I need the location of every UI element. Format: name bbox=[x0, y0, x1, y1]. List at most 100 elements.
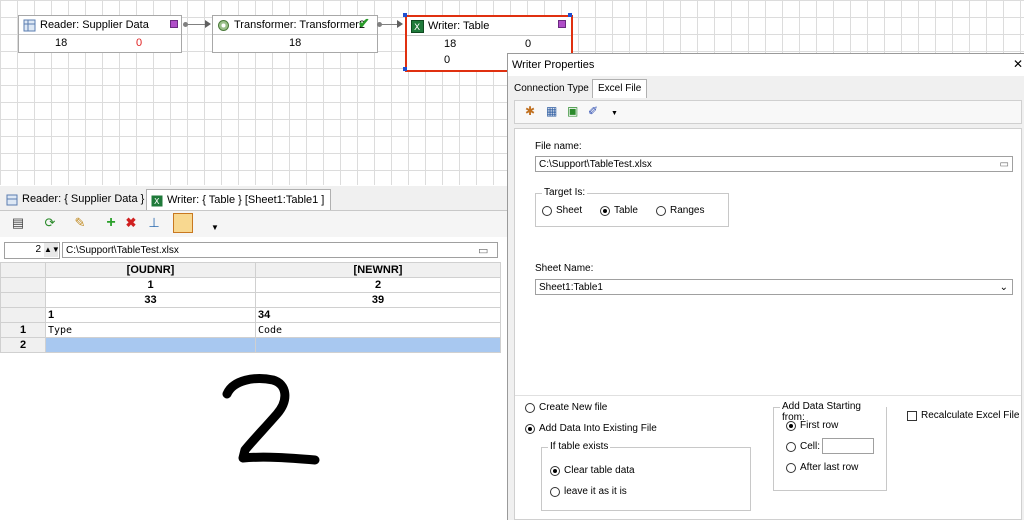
hierarchy-icon[interactable]: ⊥ bbox=[146, 215, 162, 231]
option-label: leave it as it is bbox=[564, 486, 627, 497]
edit-icon[interactable]: ✎ bbox=[72, 215, 88, 231]
dropdown-arrow-icon[interactable]: ▼ bbox=[611, 110, 618, 117]
tab-label: Reader: { Supplier Data } bbox=[22, 193, 145, 205]
sheet-name-dropdown[interactable]: Sheet1:Table1 ⌄ bbox=[535, 279, 1013, 295]
writer-output-port[interactable] bbox=[558, 20, 566, 28]
delete-icon[interactable]: ✖ bbox=[123, 215, 139, 231]
table-cell[interactable]: 33 bbox=[45, 292, 256, 308]
selection-handle[interactable] bbox=[568, 13, 572, 17]
dropdown-arrow-icon[interactable]: ▼ bbox=[207, 219, 223, 235]
path-field[interactable]: C:\Support\TableTest.xlsx bbox=[62, 242, 498, 258]
browse-icon[interactable]: ▭ bbox=[1000, 157, 1009, 173]
reader-node[interactable]: Reader: Supplier Data 18 0 bbox=[18, 15, 182, 53]
selection-handle[interactable] bbox=[403, 13, 407, 17]
cell-radio[interactable]: Cell: bbox=[786, 441, 820, 452]
table-cell[interactable]: 1 bbox=[45, 277, 256, 293]
browse-icon[interactable]: ▭ bbox=[478, 244, 488, 257]
option-label: Create New file bbox=[539, 402, 608, 413]
dialog-title-bar: Writer Properties ✕ bbox=[508, 54, 1024, 76]
path-value: C:\Support\TableTest.xlsx bbox=[66, 245, 179, 256]
target-ranges-radio[interactable]: Ranges bbox=[656, 205, 704, 216]
add-icon[interactable]: + bbox=[103, 214, 119, 231]
reader-output-port[interactable] bbox=[170, 20, 178, 28]
table-cell[interactable]: 1 bbox=[45, 307, 256, 323]
highlight-toggle-icon[interactable] bbox=[173, 213, 193, 233]
tab-connection-type[interactable]: Connection Type bbox=[514, 83, 589, 94]
radio-selected-icon bbox=[600, 205, 610, 216]
radio-icon bbox=[786, 462, 796, 473]
settings-icon[interactable]: ▦ bbox=[546, 104, 557, 118]
table-cell[interactable]: 34 bbox=[255, 307, 501, 323]
recalculate-checkbox[interactable]: Recalculate Excel File bbox=[907, 410, 1019, 421]
stepper-arrows-icon[interactable]: ▲▼ bbox=[44, 243, 60, 257]
create-new-file-radio[interactable]: Create New file bbox=[525, 402, 607, 413]
table-row: 1 Type Code bbox=[0, 322, 501, 338]
data-view-tabs: Reader: { Supplier Data } X Writer: { Ta… bbox=[0, 186, 512, 211]
row-header bbox=[0, 292, 46, 308]
leave-it-radio[interactable]: leave it as it is bbox=[550, 486, 627, 497]
column-header[interactable]: [OUDNR] bbox=[45, 262, 256, 278]
chevron-down-icon: ⌄ bbox=[999, 282, 1008, 293]
tab-excel-file[interactable]: Excel File bbox=[592, 79, 648, 98]
checkbox-icon bbox=[907, 410, 917, 421]
table-cell[interactable] bbox=[45, 337, 256, 353]
table-cell[interactable]: 39 bbox=[255, 292, 501, 308]
connector-line bbox=[380, 24, 398, 25]
option-label: Add Data Into Existing File bbox=[539, 423, 657, 434]
tab-reader[interactable]: Reader: { Supplier Data } bbox=[2, 189, 150, 209]
target-table-radio[interactable]: Table bbox=[600, 205, 638, 216]
add-data-existing-radio[interactable]: Add Data Into Existing File bbox=[525, 423, 657, 434]
table-row: 2 bbox=[0, 337, 501, 353]
option-label: Clear table data bbox=[564, 465, 635, 476]
table-cell[interactable]: Type bbox=[45, 322, 256, 338]
tab-writer[interactable]: X Writer: { Table } [Sheet1:Table1 ] bbox=[146, 189, 332, 210]
writer-count: 18 bbox=[444, 38, 457, 50]
row-header: 2 bbox=[0, 337, 46, 353]
file-name-field[interactable]: C:\Support\TableTest.xlsx ▭ bbox=[535, 156, 1013, 172]
brush-icon[interactable]: ✐ bbox=[588, 104, 598, 118]
first-row-radio[interactable]: First row bbox=[786, 420, 838, 431]
svg-text:X: X bbox=[154, 197, 160, 206]
dialog-tabs: Connection Type Excel File bbox=[508, 76, 1024, 98]
table-icon bbox=[6, 193, 18, 206]
option-label: After last row bbox=[800, 462, 859, 473]
radio-icon bbox=[542, 205, 552, 216]
data-view-toolbar: ▤ ⟳ ✎ + ✖ ⊥ ▼ bbox=[0, 211, 512, 237]
target-label: Target Is: bbox=[542, 187, 588, 198]
cell-input[interactable] bbox=[822, 438, 874, 454]
clear-table-data-radio[interactable]: Clear table data bbox=[550, 465, 635, 476]
refresh-icon[interactable]: ⟳ bbox=[42, 215, 58, 231]
properties-icon[interactable]: ▤ bbox=[10, 215, 26, 231]
table-row: 33 39 bbox=[0, 292, 501, 308]
file-name-label: File name: bbox=[535, 141, 582, 152]
table-cell[interactable] bbox=[255, 337, 501, 353]
radio-icon bbox=[656, 205, 666, 216]
transformer-node[interactable]: Transformer: Transformer2 18 bbox=[212, 15, 378, 53]
table-row: 1 2 bbox=[0, 277, 501, 293]
table-cell[interactable]: Code bbox=[255, 322, 501, 338]
selection-handle[interactable] bbox=[403, 67, 407, 71]
option-label: Cell: bbox=[800, 441, 821, 452]
row-number-value: 2 bbox=[35, 244, 41, 255]
target-sheet-radio[interactable]: Sheet bbox=[542, 205, 582, 216]
if-table-exists-label: If table exists bbox=[548, 441, 611, 452]
writer-count-b: 0 bbox=[525, 38, 532, 50]
sheet-name-value: Sheet1:Table1 bbox=[539, 282, 603, 293]
after-last-row-radio[interactable]: After last row bbox=[786, 462, 858, 473]
validate-icon[interactable]: ▣ bbox=[567, 104, 578, 118]
table-cell[interactable]: 2 bbox=[255, 277, 501, 293]
file-name-value: C:\Support\TableTest.xlsx bbox=[539, 159, 652, 170]
data-table: [OUDNR] [NEWNR] 1 2 33 39 1 34 1 Type Co… bbox=[0, 262, 501, 353]
options-icon[interactable]: ✱ bbox=[525, 104, 535, 118]
column-header[interactable]: [NEWNR] bbox=[255, 262, 501, 278]
connector-line bbox=[186, 24, 206, 25]
radio-icon bbox=[550, 486, 560, 497]
corner-cell bbox=[0, 262, 46, 278]
close-icon[interactable]: ✕ bbox=[1013, 57, 1023, 71]
gear-icon bbox=[217, 19, 230, 32]
if-table-exists-group: If table exists Clear table data leave i… bbox=[541, 441, 751, 511]
section-divider bbox=[515, 395, 1021, 396]
option-label: Table bbox=[614, 205, 638, 216]
excel-icon: X bbox=[411, 19, 424, 33]
row-number-stepper[interactable]: 2 ▲▼ bbox=[4, 242, 60, 259]
